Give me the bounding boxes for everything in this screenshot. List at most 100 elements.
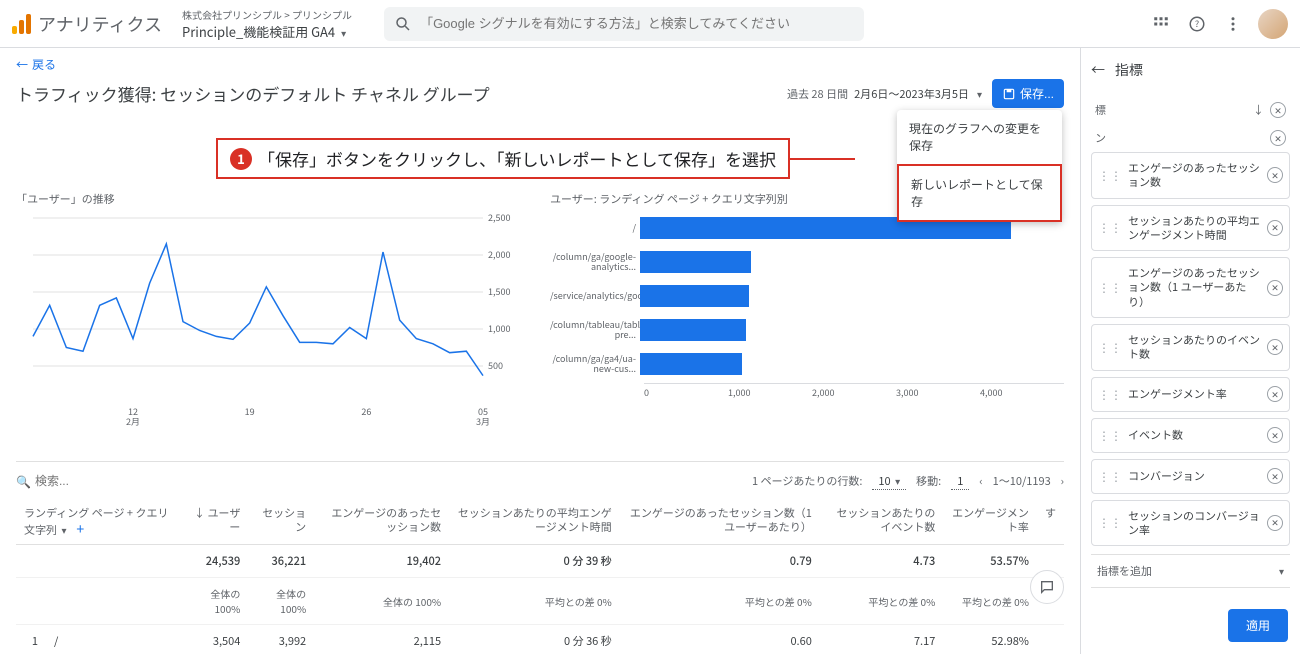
bar-label: /column/tableau/tableau-pre... — [550, 320, 640, 340]
drag-icon[interactable]: ⋮⋮ — [1098, 468, 1122, 485]
svg-text:500: 500 — [488, 359, 503, 372]
save-icon — [1002, 87, 1016, 101]
brand-name: アナリティクス — [38, 11, 162, 37]
dimension-header[interactable]: ランディング ページ + クエリ文字列 + — [16, 500, 183, 545]
remove-icon[interactable]: ✕ — [1267, 468, 1283, 484]
bar-row: /column/ga/ga4/ua-new-cus... — [550, 349, 1064, 379]
remove-icon[interactable]: ✕ — [1267, 220, 1283, 236]
remove-icon[interactable]: ✕ — [1267, 386, 1283, 402]
drag-icon[interactable]: ⋮⋮ — [1098, 219, 1122, 236]
table-controls: 🔍 1 ページあたりの行数: 10 移動: 1 ‹ 1～10/1193 › — [16, 461, 1064, 500]
metric-item[interactable]: ⋮⋮ コンバージョン ✕ — [1091, 459, 1290, 494]
annotation-badge: 1 — [230, 148, 252, 170]
analytics-logo-icon — [12, 14, 32, 34]
remove-icon[interactable]: ✕ — [1267, 280, 1283, 296]
next-page-icon[interactable]: › — [1061, 473, 1064, 489]
metric-item[interactable]: ⋮⋮ イベント数 ✕ — [1091, 418, 1290, 453]
svg-text:1,000: 1,000 — [488, 322, 510, 335]
annotation-text: 「保存」ボタンをクリックし、「新しいレポートとして保存」を選択 — [258, 146, 776, 171]
save-menu-item-new-report[interactable]: 新しいレポートとして保存 — [897, 164, 1062, 222]
bar-label: / — [550, 223, 640, 233]
drag-icon[interactable]: ⋮⋮ — [1098, 279, 1122, 296]
go-to-input[interactable]: 1 — [951, 473, 969, 490]
line-chart-title: 「ユーザー」の推移 — [16, 191, 530, 207]
metric-item[interactable]: ⋮⋮ エンゲージのあったセッション数 ✕ — [1091, 152, 1290, 199]
svg-text:3月: 3月 — [476, 415, 490, 428]
search-input[interactable] — [384, 7, 864, 41]
svg-text:2,500: 2,500 — [488, 213, 510, 224]
svg-text:2月: 2月 — [126, 415, 140, 428]
avatar[interactable] — [1258, 9, 1288, 39]
column-header[interactable]: セッションあたりのイベント数 — [820, 500, 944, 545]
prev-page-icon[interactable]: ‹ — [979, 473, 982, 489]
drag-icon[interactable]: ⋮⋮ — [1098, 427, 1122, 444]
column-header[interactable]: ↓ ユーザー — [183, 500, 249, 545]
help-icon[interactable]: ? — [1186, 13, 1208, 35]
feedback-button[interactable] — [1030, 570, 1064, 604]
metric-item[interactable]: ⋮⋮ セッションのコンバージョン率 ✕ — [1091, 500, 1290, 547]
table-row[interactable]: 1/3,5043,9922,1150 分 36 秒0.607.1752.98% — [16, 625, 1064, 654]
metric-item[interactable]: ⋮⋮ セッションあたりのイベント数 ✕ — [1091, 324, 1290, 371]
svg-text:1,500: 1,500 — [488, 285, 510, 298]
metric-label: コンバージョン — [1128, 469, 1261, 483]
apply-button[interactable]: 適用 — [1228, 609, 1288, 642]
property-selector[interactable]: 株式会社プリンシプル > プリンシプル Principle_機能検証用 GA4 — [182, 7, 352, 41]
bar-chart-card: ユーザー: ランディング ページ + クエリ文字列別 //column/ga/g… — [550, 191, 1064, 451]
remove-icon[interactable]: ✕ — [1267, 339, 1283, 355]
column-header[interactable]: す — [1037, 500, 1064, 545]
remove-icon[interactable]: ✕ — [1267, 167, 1283, 183]
search-container — [384, 7, 864, 41]
drag-icon[interactable]: ⋮⋮ — [1098, 514, 1122, 531]
drag-icon[interactable]: ⋮⋮ — [1098, 167, 1122, 184]
column-header[interactable]: エンゲージのあったセッション数（1 ユーザーあたり） — [620, 500, 820, 545]
bar-fill — [640, 319, 746, 341]
line-chart: 122月1926053月 5001,0001,5002,0002,500 — [16, 213, 530, 433]
logo-area: アナリティクス — [12, 11, 162, 37]
metric-label: イベント数 — [1128, 428, 1261, 442]
column-header[interactable]: エンゲージメント率 — [943, 500, 1037, 545]
column-header[interactable]: セッション — [248, 500, 314, 545]
bar-label: /column/ga/ga4/ua-new-cus... — [550, 354, 640, 374]
add-metric-button[interactable]: 指標を追加 — [1091, 554, 1290, 588]
remove-icon[interactable]: ✕ — [1267, 427, 1283, 443]
sidebar-title: 指標 — [1115, 60, 1143, 80]
remove-icon[interactable]: ✕ — [1267, 515, 1283, 531]
back-arrow-icon[interactable]: ← — [1091, 60, 1105, 80]
search-icon — [394, 15, 412, 33]
line-chart-card: 「ユーザー」の推移 122月1926053月 5001,0001,5002,00… — [16, 191, 530, 451]
metric-label: セッションあたりのイベント数 — [1128, 333, 1261, 362]
date-range-picker[interactable]: 過去 28 日間 2月6日～2023年3月5日 — [787, 86, 982, 102]
drag-icon[interactable]: ⋮⋮ — [1098, 386, 1122, 403]
annotation-connector — [790, 158, 855, 160]
metrics-sidebar: ← 指標 標↓✕ ン✕ ⋮⋮エンゲージのあったセッション数✕⋮⋮セッションあたり… — [1080, 48, 1300, 654]
save-button[interactable]: 保存... — [992, 79, 1064, 108]
apps-icon[interactable] — [1150, 13, 1172, 35]
metric-item[interactable]: ⋮⋮エンゲージメント率✕ — [1091, 377, 1290, 412]
metric-item[interactable]: ⋮⋮エンゲージのあったセッション数（1 ユーザーあたり）✕ — [1091, 257, 1290, 318]
sidebar-partial-item-1[interactable]: 標↓✕ — [1091, 96, 1290, 124]
bar-fill — [640, 251, 751, 273]
sidebar-partial-item-2[interactable]: ン✕ — [1091, 124, 1290, 152]
metric-item[interactable]: ⋮⋮セッションあたりの平均エンゲージメント時間✕ — [1091, 205, 1290, 252]
main-content: ← 戻る トラフィック獲得: セッションのデフォルト チャネル グループ 過去 … — [0, 48, 1080, 654]
bar-chart: //column/ga/google-analytics.../service/… — [550, 213, 1064, 433]
drag-icon[interactable]: ⋮⋮ — [1098, 339, 1122, 356]
save-menu-item-overwrite[interactable]: 現在のグラフへの変更を保存 — [897, 110, 1062, 164]
more-icon[interactable] — [1222, 13, 1244, 35]
svg-text:19: 19 — [245, 405, 255, 418]
bar-row: /column/ga/google-analytics... — [550, 247, 1064, 277]
table-search-input[interactable] — [31, 470, 194, 492]
bar-label: /column/ga/google-analytics... — [550, 252, 640, 272]
svg-text:2,000: 2,000 — [488, 248, 510, 261]
chevron-down-icon — [339, 22, 346, 41]
add-dimension-icon[interactable]: + — [76, 519, 84, 539]
column-header[interactable]: セッションあたりの平均エンゲージメント時間 — [449, 500, 620, 545]
metric-label: セッションのコンバージョン率 — [1128, 509, 1261, 538]
svg-text:?: ? — [1195, 17, 1199, 30]
column-header[interactable]: エンゲージのあったセッション数 — [314, 500, 449, 545]
metric-label: エンゲージのあったセッション数 — [1128, 161, 1261, 190]
back-link[interactable]: ← 戻る — [16, 56, 1064, 73]
property-name: Principle_機能検証用 GA4 — [182, 22, 352, 41]
rows-per-page-select[interactable]: 10 — [872, 473, 906, 490]
rows-per-page-label: 1 ページあたりの行数: — [752, 473, 862, 489]
